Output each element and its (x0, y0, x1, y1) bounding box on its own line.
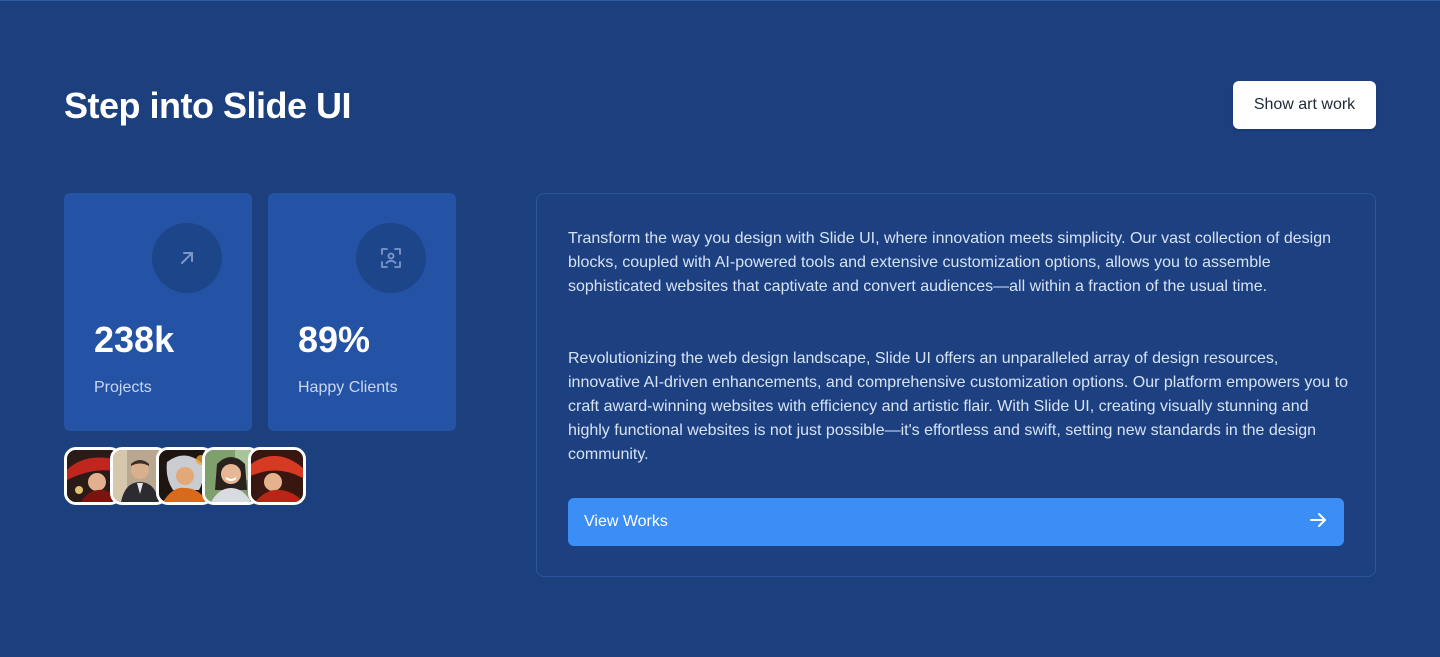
stat-card-projects: 238k Projects (64, 193, 252, 431)
show-art-work-button[interactable]: Show art work (1233, 81, 1376, 129)
stat-label: Projects (94, 379, 152, 396)
arrow-right-icon (1308, 510, 1328, 535)
stat-card-happy-clients: 89% Happy Clients (268, 193, 456, 431)
avatar[interactable] (248, 447, 306, 505)
info-paragraph-2: Revolutionizing the web design landscape… (568, 350, 1348, 463)
page-title: Step into Slide UI (64, 85, 352, 126)
view-works-label: View Works (584, 513, 668, 530)
stat-label: Happy Clients (298, 379, 398, 396)
info-paragraph-1: Transform the way you design with Slide … (568, 230, 1331, 295)
view-works-button[interactable]: View Works (568, 498, 1344, 546)
info-panel: Transform the way you design with Slide … (536, 193, 1376, 577)
stat-value: 89% (298, 319, 371, 360)
face-scan-icon (356, 223, 426, 293)
avatar-red-hat-icon (251, 450, 303, 502)
arrow-up-right-icon (152, 223, 222, 293)
stat-value: 238k (94, 319, 175, 360)
avatar-group (64, 447, 314, 507)
